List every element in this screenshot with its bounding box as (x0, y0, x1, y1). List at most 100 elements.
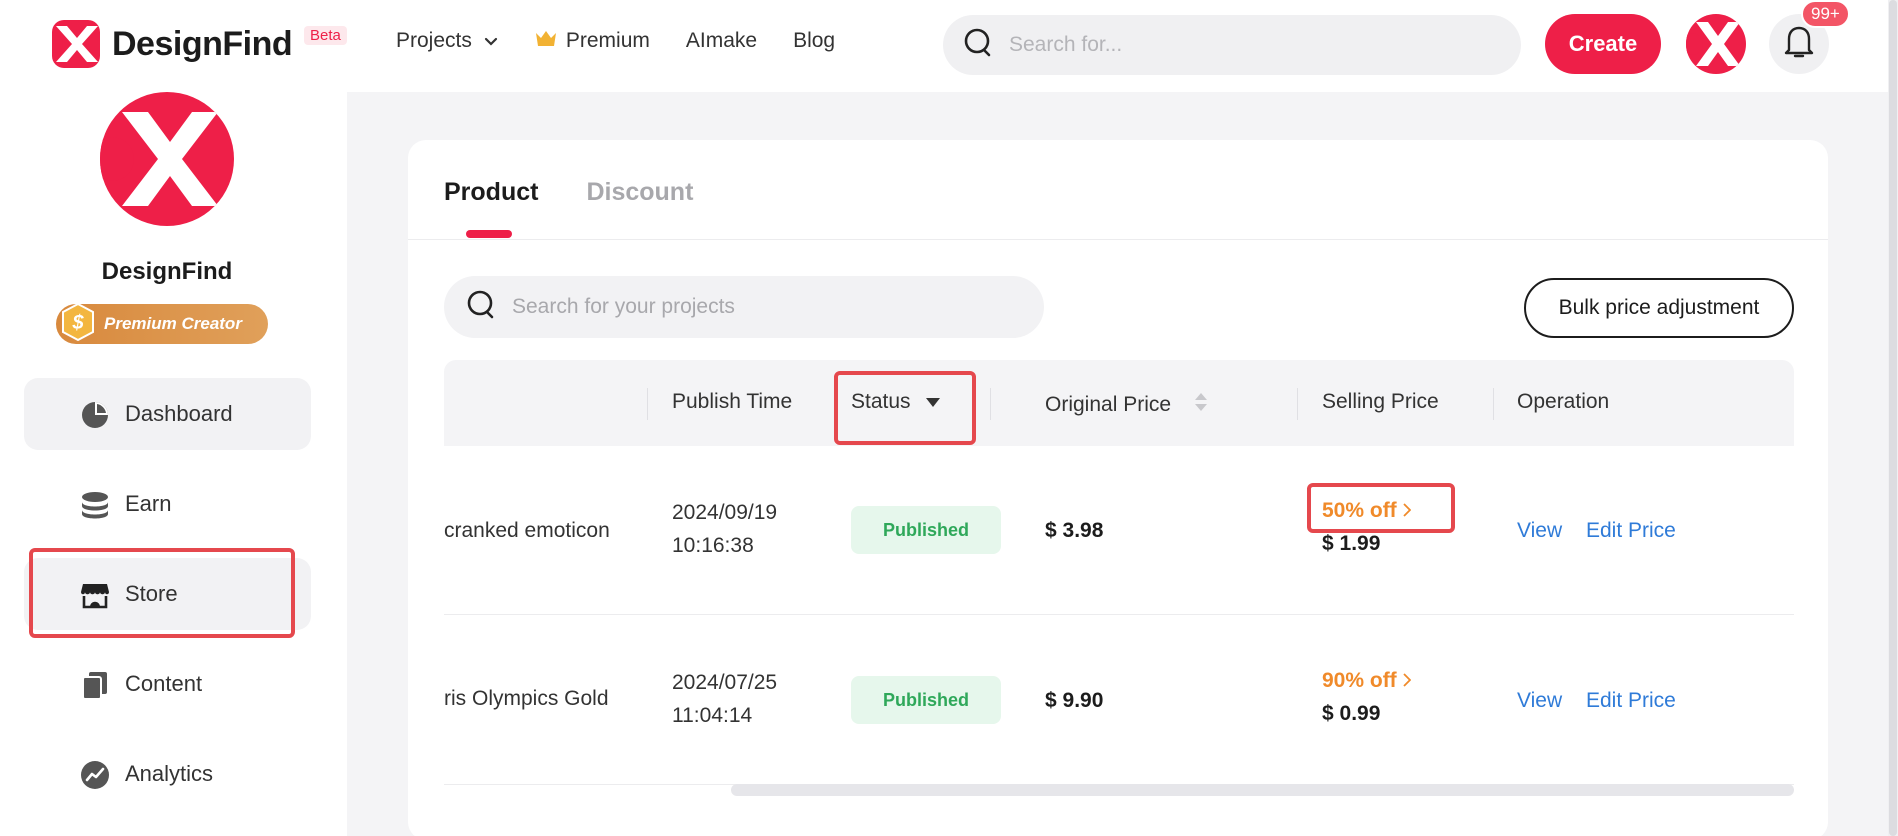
chevron-right-icon (1403, 494, 1411, 527)
products-table: Publish Time Status Original Price Selli… (444, 360, 1794, 810)
discount-link[interactable]: 50% off (1322, 494, 1411, 527)
premium-creator-label: Premium Creator (104, 314, 242, 333)
sidebar-item-content[interactable]: Content (24, 648, 311, 720)
header-publish-time: Publish Time (672, 390, 793, 413)
sidebar: DesignFind $ Premium Creator Dashboard E… (0, 92, 347, 836)
nav-premium[interactable]: Premium (534, 28, 650, 54)
tabs: Product Discount (444, 178, 741, 207)
status-badge: Published (851, 676, 1001, 724)
selling-price-cell: 50% off $ 1.99 (1322, 494, 1411, 560)
trend-icon (80, 760, 110, 796)
nav-aimake-label: AImake (685, 29, 758, 52)
user-avatar[interactable] (1686, 14, 1746, 74)
tab-discount[interactable]: Discount (586, 178, 693, 207)
nav-projects[interactable]: Projects (396, 29, 498, 53)
nav-blog-label: Blog (793, 29, 836, 52)
svg-text:$: $ (71, 312, 84, 334)
column-separator (647, 388, 648, 420)
table-row: ris Olympics Gold 2024/07/25 11:04:14 Pu… (444, 616, 1794, 785)
header-status-label: Status (851, 390, 911, 413)
selling-price: $ 0.99 (1322, 702, 1381, 725)
status-badge: Published (851, 506, 1001, 554)
sidebar-item-label: Dashboard (125, 401, 233, 426)
main-nav: Projects Premium AImake Blog (396, 26, 871, 56)
selling-price: $ 1.99 (1322, 532, 1381, 555)
notification-count-badge: 99+ (1801, 0, 1850, 28)
horizontal-scrollbar[interactable] (731, 784, 1794, 796)
sidebar-item-earn[interactable]: Earn (24, 468, 311, 540)
column-separator (1297, 388, 1298, 420)
dollar-coin-icon: $ (58, 302, 98, 347)
header-original-price[interactable]: Original Price (1045, 390, 1209, 420)
vertical-scrollbar[interactable] (1889, 0, 1897, 836)
sidebar-item-label: Content (125, 671, 203, 696)
pie-chart-icon (80, 400, 110, 436)
nav-premium-label: Premium (565, 29, 650, 52)
sidebar-item-dashboard[interactable]: Dashboard (24, 378, 311, 450)
documents-icon (80, 670, 110, 706)
header-original-price-label: Original Price (1045, 393, 1172, 416)
search-icon (963, 27, 995, 64)
bell-icon (1782, 24, 1816, 65)
tab-product[interactable]: Product (444, 178, 538, 207)
discount-label: 50% off (1322, 499, 1397, 522)
top-bar: DesignFind Beta Projects Premium AImake … (0, 0, 1898, 92)
chevron-right-icon (1403, 664, 1411, 697)
column-separator (990, 388, 991, 420)
nav-blog[interactable]: Blog (793, 29, 835, 53)
operation-cell: View Edit Price (1517, 514, 1694, 547)
caret-down-icon[interactable] (925, 390, 941, 414)
chevron-down-icon (484, 29, 498, 53)
product-name[interactable]: ris Olympics Gold (444, 682, 609, 715)
logo-mark-icon (52, 20, 100, 68)
publish-date-text: 2024/09/19 (672, 501, 778, 524)
create-button[interactable]: Create (1545, 14, 1661, 74)
table-row: cranked emoticon 2024/09/19 10:16:38 Pub… (444, 446, 1794, 615)
premium-creator-badge: $ Premium Creator (56, 302, 268, 347)
brand-name: DesignFind (112, 24, 293, 63)
publish-time: 2024/07/25 11:04:14 (672, 666, 777, 732)
sidebar-item-label: Store (125, 581, 178, 606)
beta-badge: Beta (304, 26, 347, 45)
edit-price-link[interactable]: Edit Price (1586, 519, 1676, 542)
table-header: Publish Time Status Original Price Selli… (444, 360, 1794, 446)
header-status[interactable]: Status (851, 390, 941, 414)
operation-cell: View Edit Price (1517, 684, 1694, 717)
original-price: $ 3.98 (1045, 519, 1104, 542)
sidebar-item-store[interactable]: Store (24, 558, 311, 630)
tab-divider (408, 239, 1828, 240)
sidebar-item-analytics[interactable]: Analytics (24, 738, 311, 810)
selling-price-cell: 90% off $ 0.99 (1322, 664, 1411, 730)
column-separator (1493, 388, 1494, 420)
nav-aimake[interactable]: AImake (686, 29, 757, 53)
sort-icon[interactable] (1193, 390, 1209, 420)
logo[interactable]: DesignFind (52, 20, 293, 68)
project-search[interactable] (444, 276, 1044, 338)
discount-link[interactable]: 90% off (1322, 664, 1411, 697)
project-search-input[interactable] (512, 295, 1032, 319)
header-operation: Operation (1517, 390, 1610, 413)
nav-projects-label: Projects (396, 29, 472, 52)
store-panel: Product Discount Bulk price adjustment P… (408, 140, 1828, 836)
publish-time-text: 11:04:14 (672, 704, 753, 727)
sidebar-item-label: Analytics (125, 761, 214, 786)
edit-price-link[interactable]: Edit Price (1586, 689, 1676, 712)
crown-icon (534, 28, 558, 54)
global-search-input[interactable] (1009, 33, 1489, 57)
product-name[interactable]: cranked emoticon (444, 514, 610, 547)
global-search[interactable] (943, 15, 1521, 75)
view-link[interactable]: View (1517, 689, 1562, 712)
coins-stack-icon (80, 490, 110, 526)
original-price: $ 9.90 (1045, 689, 1104, 712)
publish-date-text: 2024/07/25 (672, 671, 778, 694)
header-selling-price: Selling Price (1322, 390, 1439, 413)
publish-time-text: 10:16:38 (672, 534, 754, 557)
discount-label: 90% off (1322, 669, 1397, 692)
search-icon (466, 289, 498, 326)
active-tab-indicator (466, 230, 512, 238)
bulk-price-adjustment-button[interactable]: Bulk price adjustment (1524, 278, 1794, 338)
view-link[interactable]: View (1517, 519, 1562, 542)
sidebar-item-label: Earn (125, 491, 172, 516)
profile-name: DesignFind (101, 258, 233, 285)
profile-avatar[interactable] (100, 92, 234, 226)
